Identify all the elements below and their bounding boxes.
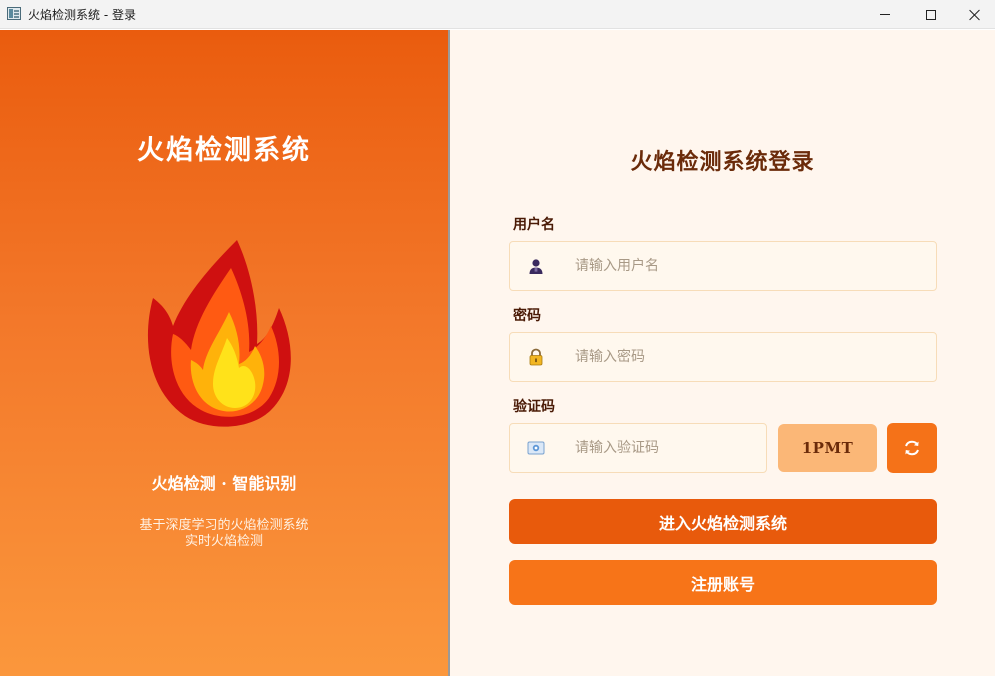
description-line-1: 基于深度学习的火焰检测系统 [139,518,309,533]
register-button[interactable]: 注册账号 [509,560,937,605]
description: 基于深度学习的火焰检测系统 实时火焰检测 [0,518,448,550]
flame-icon [147,240,291,427]
username-input[interactable] [575,242,926,290]
title-bar: 火焰检测系统 - 登录 [0,0,995,29]
captcha-field[interactable] [509,423,767,473]
captcha-code[interactable]: 1PMT [778,424,877,472]
maximize-icon [926,9,936,20]
lock-icon [529,348,543,366]
minimize-button[interactable] [862,0,908,29]
captcha-label: 验证码 [513,399,555,415]
username-label: 用户名 [513,217,555,233]
user-icon [529,259,543,274]
close-button[interactable] [952,0,995,29]
password-input[interactable] [575,333,926,381]
tagline: 火焰检测 · 智能识别 [151,474,297,493]
login-title: 火焰检测系统登录 [630,149,815,175]
description-line-2: 实时火焰检测 [184,534,263,549]
captcha-image-icon [527,441,545,455]
login-submit-button[interactable]: 进入火焰检测系统 [509,499,937,544]
window-title: 火焰检测系统 - 登录 [28,8,136,22]
password-label: 密码 [513,308,541,324]
minimize-icon [880,14,890,15]
refresh-captcha-button[interactable] [887,423,937,473]
brand-title: 火焰检测系统 [137,135,311,166]
username-field[interactable] [509,241,937,291]
close-icon [969,9,981,21]
captcha-input[interactable] [575,424,756,472]
password-field[interactable] [509,332,937,382]
app-icon [7,7,21,20]
refresh-icon [905,440,919,456]
maximize-button[interactable] [908,0,954,29]
